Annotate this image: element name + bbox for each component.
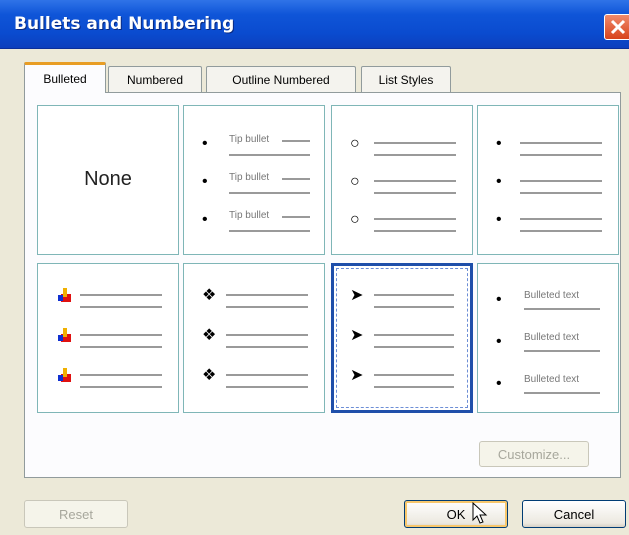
disc-bullet-icon: • (202, 135, 208, 152)
bullet-option-picture[interactable] (37, 263, 179, 413)
tab-label: Outline Numbered (232, 72, 330, 87)
four-diamond-bullet-icon: ❖ (202, 367, 217, 384)
bullet-option-circle[interactable]: ○ ○ ○ (331, 105, 473, 255)
circle-bullet-icon: ○ (350, 211, 360, 228)
disc-bullet-icon: • (496, 333, 502, 350)
disc-bullet-icon: • (496, 375, 502, 392)
reset-button[interactable]: Reset (24, 500, 128, 528)
title-bar: Bullets and Numbering (0, 0, 629, 49)
tab-numbered[interactable]: Numbered (108, 66, 202, 92)
tab-list-styles[interactable]: List Styles (361, 66, 451, 92)
tip-bullet-text: Tip bullet (229, 172, 270, 183)
close-icon (610, 19, 626, 35)
arrowhead-bullet-icon: ➤ (350, 327, 364, 344)
ok-button[interactable]: OK (404, 500, 508, 528)
small-dot-bullet-icon: • (496, 135, 502, 152)
tab-outline-numbered[interactable]: Outline Numbered (206, 66, 356, 92)
bullet-option-small-dot[interactable]: • • • (477, 105, 619, 255)
disc-bullet-icon: • (496, 291, 502, 308)
bulleted-text-sample: Bulleted text (524, 332, 580, 343)
small-dot-bullet-icon: • (496, 173, 502, 190)
bullet-option-four-diamond[interactable]: ❖ ❖ ❖ (183, 263, 325, 413)
picture-bullet-icon (58, 368, 71, 382)
close-button[interactable] (604, 14, 629, 40)
small-dot-bullet-icon: • (496, 211, 502, 228)
arrowhead-bullet-icon: ➤ (350, 367, 364, 384)
tip-bullet-text: Tip bullet (229, 134, 270, 145)
tab-label: Bulleted (43, 72, 87, 86)
arrowhead-bullet-icon: ➤ (350, 287, 364, 304)
disc-bullet-icon: • (202, 211, 208, 228)
picture-bullet-icon (58, 328, 71, 342)
bullet-option-bulleted-text[interactable]: • Bulleted text • Bulleted text • Bullet… (477, 263, 619, 413)
bulleted-text-sample: Bulleted text (524, 374, 580, 385)
cancel-button[interactable]: Cancel (522, 500, 626, 528)
four-diamond-bullet-icon: ❖ (202, 287, 217, 304)
tab-bulleted[interactable]: Bulleted (24, 62, 106, 93)
tab-label: List Styles (378, 72, 434, 87)
tab-label: Numbered (126, 72, 184, 87)
four-diamond-bullet-icon: ❖ (202, 327, 217, 344)
circle-bullet-icon: ○ (350, 135, 360, 152)
bullet-option-tip[interactable]: • Tip bullet • Tip bullet • Tip bullet (183, 105, 325, 255)
bullet-option-none[interactable]: None (37, 105, 179, 255)
none-label: None (84, 168, 132, 190)
customize-button[interactable]: Customize... (479, 441, 589, 467)
tab-panel: None • Tip bullet • Tip bullet • Tip bul… (24, 92, 621, 478)
disc-bullet-icon: • (202, 173, 208, 190)
window-title: Bullets and Numbering (14, 14, 235, 34)
mouse-pointer-icon (472, 502, 488, 524)
picture-bullet-icon (58, 288, 71, 302)
bullet-option-arrowhead[interactable]: ➤ ➤ ➤ (331, 263, 473, 413)
bulleted-text-sample: Bulleted text (524, 290, 580, 301)
circle-bullet-icon: ○ (350, 173, 360, 190)
tip-bullet-text: Tip bullet (229, 210, 270, 221)
